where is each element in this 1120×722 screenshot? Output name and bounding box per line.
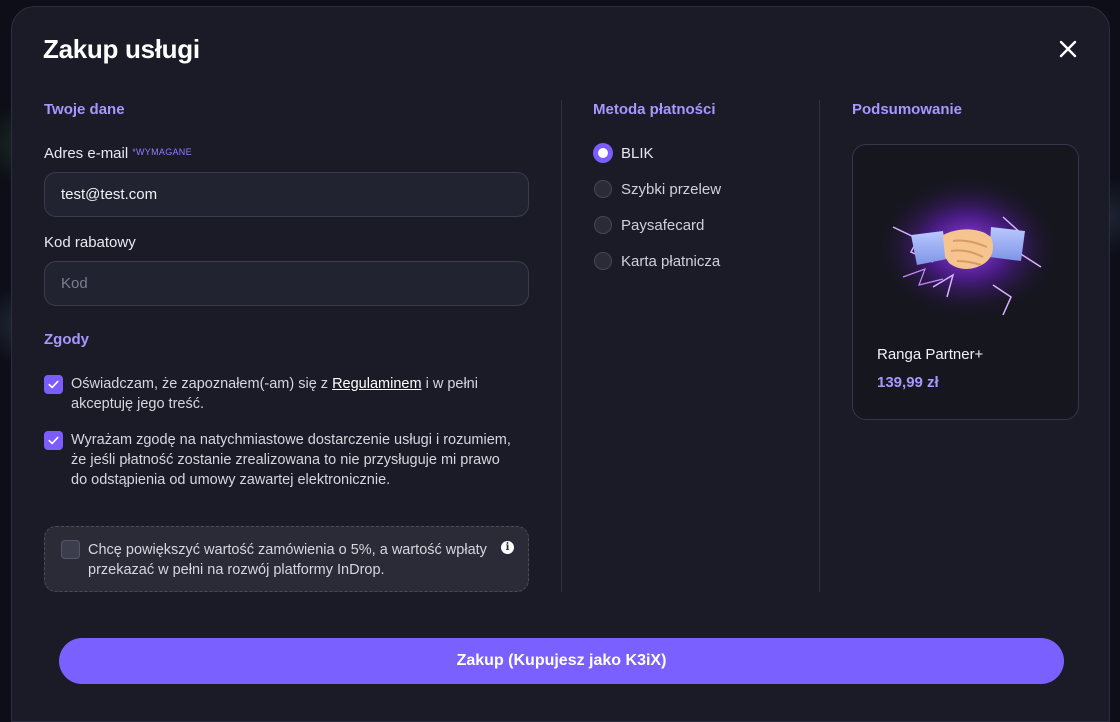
info-icon[interactable]: i [501, 541, 514, 554]
summary-heading: Podsumowanie [852, 101, 963, 118]
delivery-consent-text: Wyrażam zgodę na natychmiastowe dostarcz… [71, 432, 511, 488]
payment-option-paysafecard[interactable]: Paysafecard [594, 216, 704, 234]
radio[interactable] [594, 180, 612, 198]
terms-consent-text: Oświadczam, że zapoznałem(-am) się z Reg… [71, 374, 514, 414]
radio[interactable] [594, 216, 612, 234]
your-data-heading: Twoje dane [44, 101, 125, 118]
payment-option-quick-transfer[interactable]: Szybki przelew [594, 180, 721, 198]
consents-heading: Zgody [44, 331, 89, 348]
modal-title: Zakup usługi [43, 34, 200, 64]
delivery-consent: Wyrażam zgodę na natychmiastowe dostarcz… [44, 430, 514, 490]
radio-selected[interactable] [594, 144, 612, 162]
payment-option-label: Karta płatnicza [621, 252, 721, 270]
email-label: Adres e-mail *WYMAGANE [44, 145, 192, 162]
payment-option-label: BLIK [621, 144, 654, 162]
column-divider [819, 100, 820, 592]
payment-option-card[interactable]: Karta płatnicza [594, 252, 720, 270]
terms-consent: Oświadczam, że zapoznałem(-am) się z Reg… [44, 374, 514, 414]
terms-checkbox[interactable] [44, 375, 63, 394]
product-price: 139,99 zł [877, 374, 939, 391]
donate-checkbox[interactable] [61, 540, 80, 559]
donate-text: Chcę powiększyć wartość zamówienia o 5%,… [88, 542, 487, 578]
product-name: Ranga Partner+ [877, 346, 984, 363]
payment-option-label: Szybki przelew [621, 180, 722, 198]
buy-button[interactable]: Zakup (Kupujesz jako K3iX) [59, 638, 1064, 684]
payment-option-blik[interactable]: BLIK [594, 144, 654, 162]
radio[interactable] [594, 252, 612, 270]
close-icon [1059, 40, 1077, 58]
email-input[interactable] [44, 172, 529, 217]
delivery-checkbox[interactable] [44, 431, 63, 450]
handshake-icon [876, 175, 1060, 319]
close-button[interactable] [1056, 37, 1080, 61]
discount-label: Kod rabatowy [44, 234, 136, 251]
required-tag: *WYMAGANE [132, 147, 192, 157]
donate-option-box: Chcę powiększyć wartość zamówienia o 5%,… [44, 526, 529, 592]
summary-card: Ranga Partner+ 139,99 zł [852, 144, 1079, 420]
check-icon [48, 380, 59, 389]
payment-option-label: Paysafecard [621, 216, 705, 234]
payment-heading: Metoda płatności [593, 101, 716, 118]
terms-link[interactable]: Regulaminem [332, 376, 421, 392]
discount-code-input[interactable] [44, 261, 529, 306]
check-icon [48, 436, 59, 445]
email-label-text: Adres e-mail [44, 145, 129, 162]
column-divider [561, 100, 562, 592]
purchase-modal: Zakup usługi Twoje dane Adres e-mail *WYM… [11, 6, 1110, 722]
terms-prefix: Oświadczam, że zapoznałem(-am) się z [71, 376, 333, 392]
